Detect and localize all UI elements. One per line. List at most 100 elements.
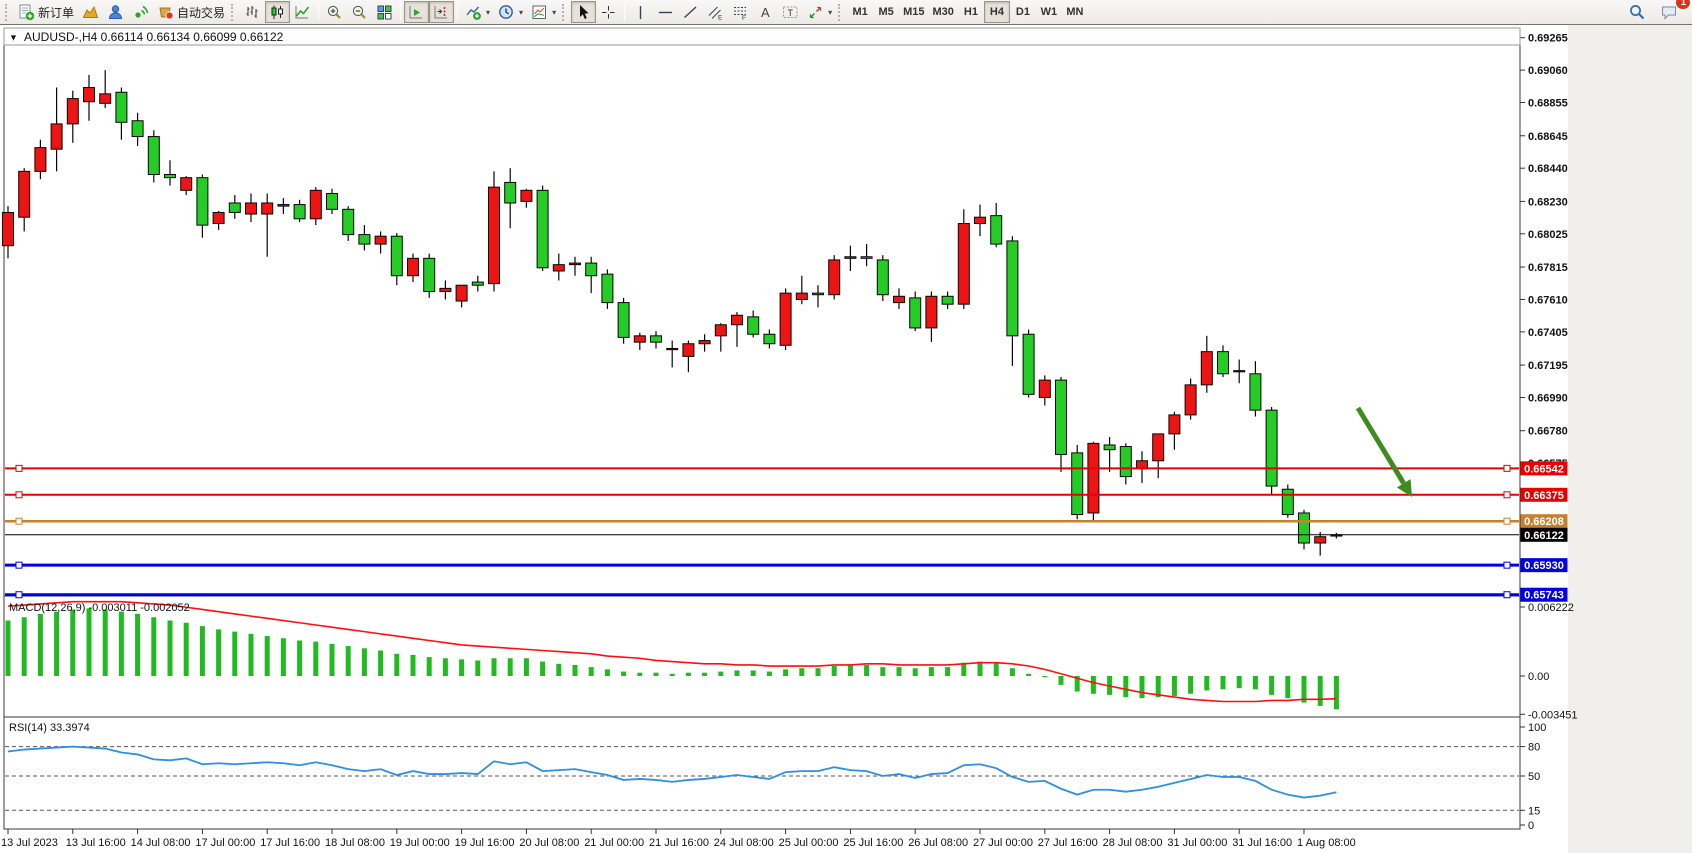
timeframe-h4[interactable]: H4 [984, 1, 1010, 23]
line-anchor[interactable] [1504, 592, 1510, 598]
timeframe-m1[interactable]: M1 [847, 1, 873, 23]
price-tick: 0.66990 [1528, 393, 1568, 405]
signals-icon [132, 4, 149, 21]
date-tick: 21 Jul 00:00 [584, 837, 644, 849]
chevron-down-icon: ▾ [519, 8, 523, 17]
timeframe-h1[interactable]: H1 [958, 1, 984, 23]
cursor-button[interactable] [571, 1, 596, 23]
macd-label: MACD(12,26,9) -0.003011 -0.002052 [9, 602, 190, 614]
chevron-down-icon: ▾ [552, 8, 556, 17]
autotrading-button[interactable]: 自动交易 [153, 1, 229, 23]
line-anchor[interactable] [1504, 492, 1510, 498]
price-badge: 0.66208 [1521, 514, 1568, 528]
line-anchor[interactable] [1504, 518, 1510, 524]
line-chart-button[interactable] [290, 1, 315, 23]
new-order-button[interactable]: 新订单 [14, 1, 78, 23]
tile-windows-button[interactable] [372, 1, 397, 23]
new-order-label: 新订单 [38, 4, 74, 21]
timeframe-m5[interactable]: M5 [873, 1, 899, 23]
vertical-line-button[interactable] [628, 1, 653, 23]
bar-chart-button[interactable] [240, 1, 265, 23]
chart-area[interactable]: 0.692650.690600.688550.686450.684400.682… [0, 25, 1692, 853]
periods-button[interactable]: ▾ [494, 1, 527, 23]
candlestick-chart-icon [269, 4, 286, 21]
candle-up [1315, 537, 1326, 543]
toolbar-grip[interactable] [5, 4, 10, 21]
templates-button[interactable]: ▾ [527, 1, 560, 23]
bar-chart-icon [244, 4, 261, 21]
candle-up [1201, 352, 1212, 385]
line-anchor[interactable] [16, 465, 22, 471]
candle-down [813, 293, 824, 295]
line-anchor[interactable] [1504, 465, 1510, 471]
templates-icon [531, 4, 548, 21]
macd-tick: 0.006222 [1528, 602, 1574, 614]
candle-up [1039, 380, 1050, 397]
rsi-tick: 50 [1528, 771, 1540, 783]
zoom-in-button[interactable] [322, 1, 347, 23]
candle-down [1056, 380, 1067, 454]
hline-0.65743[interactable] [5, 592, 1519, 598]
candle-up [456, 285, 467, 301]
date-tick: 21 Jul 16:00 [649, 837, 709, 849]
candle-down [618, 303, 629, 338]
candle-down [1250, 374, 1261, 410]
line-anchor[interactable] [16, 562, 22, 568]
trendline-button[interactable] [678, 1, 703, 23]
svg-text:0.66122: 0.66122 [1524, 530, 1564, 542]
toolbar-grip[interactable] [562, 4, 567, 21]
equidistant-channel-button[interactable]: E [703, 1, 728, 23]
chart-dropdown-icon[interactable]: ▼ [9, 33, 18, 43]
search-button[interactable] [1624, 1, 1650, 23]
candle-up [51, 124, 62, 149]
toolbar-grip[interactable] [838, 4, 843, 21]
indicators-button[interactable]: ▾ [461, 1, 494, 23]
candle-down [197, 178, 208, 225]
line-anchor[interactable] [16, 518, 22, 524]
timeframe-d1[interactable]: D1 [1010, 1, 1036, 23]
candle-up [634, 336, 645, 342]
hline-0.66208[interactable] [5, 518, 1519, 524]
line-anchor[interactable] [1504, 562, 1510, 568]
chart-shift-button[interactable] [429, 1, 454, 23]
notification-badge[interactable]: 1 [1675, 0, 1691, 10]
candle-down [391, 236, 402, 276]
price-tick: 0.67405 [1528, 327, 1568, 339]
hline-0.66542[interactable] [5, 465, 1519, 471]
date-tick: 1 Aug 08:00 [1297, 837, 1356, 849]
community-button[interactable] [103, 1, 128, 23]
date-tick: 27 Jul 16:00 [1038, 837, 1098, 849]
trend-arrow-annotation[interactable] [1358, 408, 1412, 497]
arrows-button[interactable]: ▾ [803, 1, 836, 23]
hline-0.65930[interactable] [5, 562, 1519, 568]
candle-up [699, 341, 710, 344]
text-label-button[interactable]: T [778, 1, 803, 23]
price-badge: 0.66375 [1521, 488, 1568, 502]
timeframe-m30[interactable]: M30 [929, 1, 958, 23]
crosshair-button[interactable] [596, 1, 621, 23]
candle-up [1185, 385, 1196, 415]
candle-up [489, 187, 500, 283]
svg-text:0.65930: 0.65930 [1524, 560, 1564, 572]
candle-up [845, 257, 856, 259]
profiles-button[interactable] [78, 1, 103, 23]
auto-scroll-button[interactable] [404, 1, 429, 23]
timeframe-label: M15 [903, 6, 924, 18]
line-anchor[interactable] [16, 492, 22, 498]
text-button[interactable]: A [753, 1, 778, 23]
horizontal-line-button[interactable] [653, 1, 678, 23]
fibonacci-button[interactable]: F [728, 1, 753, 23]
candle-down [424, 258, 435, 291]
timeframe-w1[interactable]: W1 [1036, 1, 1062, 23]
candlestick-chart-button[interactable] [265, 1, 290, 23]
toolbar-grip[interactable] [231, 4, 236, 21]
zoom-out-button[interactable] [347, 1, 372, 23]
signals-button[interactable] [128, 1, 153, 23]
line-anchor[interactable] [16, 592, 22, 598]
candle-up [732, 315, 743, 324]
timeframe-m15[interactable]: M15 [899, 1, 928, 23]
candle-down [764, 334, 775, 343]
candle-up [570, 263, 581, 265]
rsi-tick: 80 [1528, 742, 1540, 754]
timeframe-mn[interactable]: MN [1062, 1, 1088, 23]
